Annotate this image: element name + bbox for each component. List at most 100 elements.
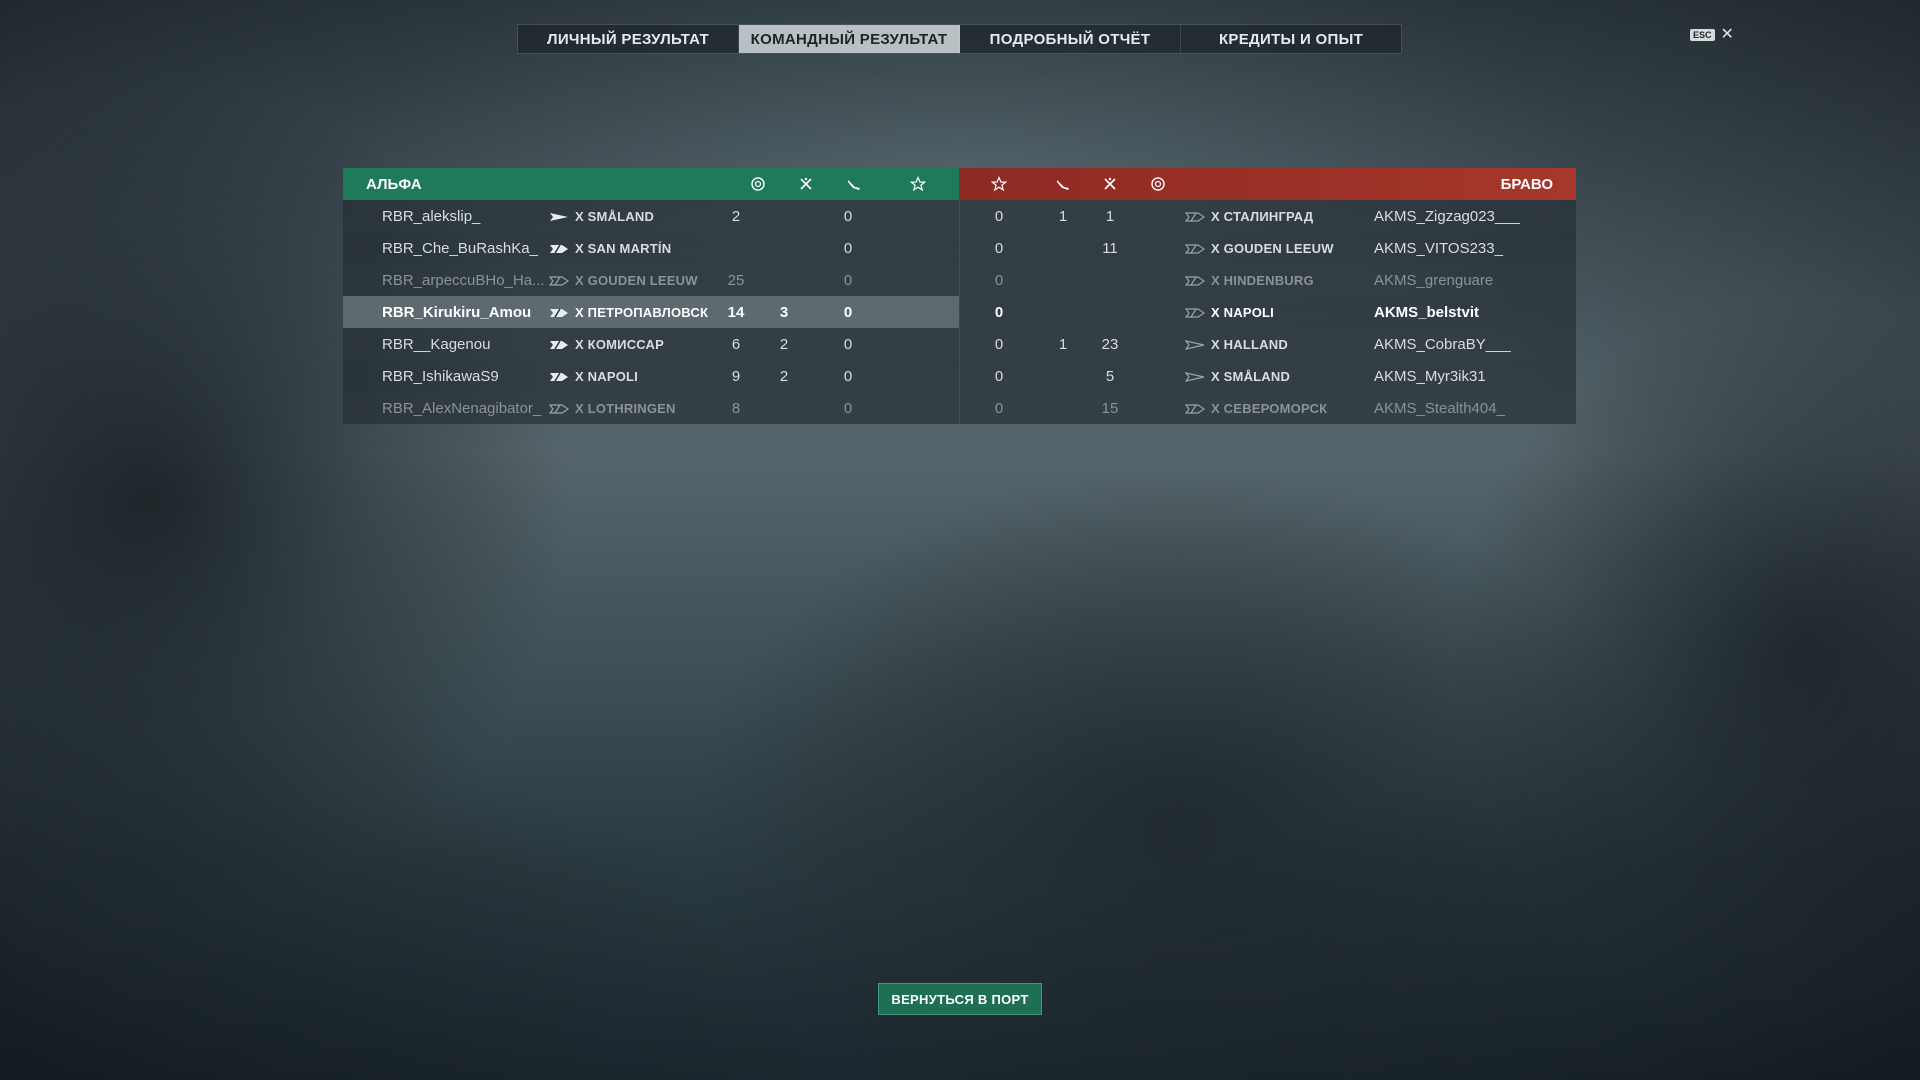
player-name: RBR__Kagenou (382, 336, 491, 353)
alpha-player-entry[interactable]: RBR_Kirukiru_Amou X ПЕТРОПАВЛОВСК 14 3 0 (343, 296, 959, 328)
bravo-player-entry[interactable]: 0 X NAPOLI AKMS_belstvit (959, 296, 1576, 328)
close-icon: ✕ (1720, 26, 1734, 43)
player-row: RBR_IshikawaS9 X NAPOLI 9 2 0 0 5 X SMÅL… (343, 360, 1576, 392)
stat-star: 0 (843, 336, 853, 353)
player-name: RBR_arpeccuBHo_Ha... (382, 272, 545, 289)
star-icon (909, 176, 927, 192)
tab-personal-result[interactable]: ЛИЧНЫЙ РЕЗУЛЬТАТ (518, 25, 739, 53)
player-row: RBR_AlexNenagibator_ X LOTHRINGEN 8 0 0 … (343, 392, 1576, 424)
alpha-player-entry[interactable]: RBR_arpeccuBHo_Ha... X GOUDEN LEEUW 25 0 (343, 264, 959, 296)
team-scoreboard: АЛЬФА БРАВО RBR_alekslip_ X SMÅLAND 2 0 … (343, 168, 1576, 424)
star-icon (990, 176, 1008, 192)
stat-star: 0 (994, 368, 1004, 385)
stat-star: 0 (994, 208, 1004, 225)
ship-class-icon (549, 242, 569, 254)
player-name: AKMS_belstvit (1374, 304, 1480, 321)
tab-team-result[interactable]: КОМАНДНЫЙ РЕЗУЛЬТАТ (739, 25, 960, 53)
stat-star: 0 (843, 208, 853, 225)
close-button[interactable]: ESC ✕ (1690, 26, 1734, 43)
stat-frags: 11 (1102, 240, 1118, 257)
player-name: AKMS_CobraBY___ (1374, 336, 1511, 353)
team-bravo-name: БРАВО (1500, 175, 1553, 193)
player-name: RBR_IshikawaS9 (382, 368, 499, 385)
planes-icon (1054, 176, 1072, 192)
ship-class-icon (1184, 242, 1206, 254)
background-vignette (0, 0, 1920, 1080)
ship-name: X КОМИССАР (575, 337, 665, 352)
ship-class-icon (549, 306, 569, 318)
ship-name: X NAPOLI (1211, 305, 1274, 320)
bravo-player-entry[interactable]: 0 11 X GOUDEN LEEUW AKMS_VITOS233_ (959, 232, 1576, 264)
esc-key-label: ESC (1690, 29, 1715, 41)
tab-detailed-report[interactable]: ПОДРОБНЫЙ ОТЧЁТ (960, 25, 1181, 53)
ship-name: X СТАЛИНГРАД (1211, 209, 1314, 224)
player-name: AKMS_grenguare (1374, 272, 1494, 289)
bravo-player-entry[interactable]: 0 1 23 X HALLAND AKMS_CobraBY___ (959, 328, 1576, 360)
alpha-player-entry[interactable]: RBR_alekslip_ X SMÅLAND 2 0 (343, 200, 959, 232)
stat-frags: 14 (727, 304, 745, 321)
stat-frags: 5 (1105, 368, 1115, 385)
stat-frags: 8 (731, 400, 741, 417)
bravo-player-entry[interactable]: 0 1 1 X СТАЛИНГРАД AKMS_Zigzag023___ (959, 200, 1576, 232)
player-name: AKMS_VITOS233_ (1374, 240, 1503, 257)
alpha-player-entry[interactable]: RBR_AlexNenagibator_ X LOTHRINGEN 8 0 (343, 392, 959, 424)
alpha-player-entry[interactable]: RBR__Kagenou X КОМИССАР 6 2 0 (343, 328, 959, 360)
stat-frags: 15 (1101, 400, 1119, 417)
stat-planes: 2 (779, 368, 789, 385)
scoreboard-header: АЛЬФА БРАВО (343, 168, 1576, 200)
ship-name: X SMÅLAND (575, 209, 655, 224)
ship-name: X СЕВЕРОМОРСК (1211, 401, 1328, 416)
stat-planes: 2 (779, 336, 789, 353)
player-row: RBR_alekslip_ X SMÅLAND 2 0 0 1 1 X СТАЛ… (343, 200, 1576, 232)
player-name: RBR_Che_BuRashKa_ (382, 240, 538, 257)
bravo-player-entry[interactable]: 0 15 X СЕВЕРОМОРСК AKMS_Stealth404_ (959, 392, 1576, 424)
stat-star: 0 (843, 304, 853, 321)
return-to-port-button[interactable]: ВЕРНУТЬСЯ В ПОРТ (878, 983, 1042, 1015)
stat-planes: 1 (1058, 336, 1068, 353)
stat-planes: 1 (1058, 208, 1068, 225)
ship-name: X HINDENBURG (1211, 273, 1314, 288)
ship-class-icon (549, 210, 569, 222)
stat-frags: 1 (1105, 208, 1115, 225)
ship-class-icon (1184, 370, 1205, 382)
stat-star: 0 (843, 272, 853, 289)
result-tabs: ЛИЧНЫЙ РЕЗУЛЬТАТ КОМАНДНЫЙ РЕЗУЛЬТАТ ПОД… (517, 24, 1402, 54)
stat-frags: 6 (731, 336, 741, 353)
player-row: RBR_Kirukiru_Amou X ПЕТРОПАВЛОВСК 14 3 0… (343, 296, 1576, 328)
stat-frags: 9 (731, 368, 741, 385)
ship-name: X SAN MARTÍN (575, 241, 672, 256)
base-capture-icon (1149, 176, 1167, 192)
frags-icon (1101, 176, 1119, 192)
bravo-player-entry[interactable]: 0 5 X SMÅLAND AKMS_Myr3ik31 (959, 360, 1576, 392)
stat-star: 0 (994, 240, 1004, 257)
player-row: RBR__Kagenou X КОМИССАР 6 2 0 0 1 23 X H… (343, 328, 1576, 360)
ship-class-icon (1184, 402, 1206, 414)
ship-class-icon (1184, 210, 1206, 222)
player-name: RBR_Kirukiru_Amou (382, 304, 532, 321)
ship-class-icon (549, 370, 569, 382)
player-name: AKMS_Zigzag023___ (1374, 208, 1520, 225)
ship-name: X LOTHRINGEN (575, 401, 676, 416)
player-name: RBR_alekslip_ (382, 208, 481, 225)
stat-planes: 3 (779, 304, 789, 321)
ship-class-icon (548, 402, 570, 414)
tab-credits-xp[interactable]: КРЕДИТЫ И ОПЫТ (1181, 25, 1401, 53)
planes-icon (845, 176, 863, 192)
ship-name: X SMÅLAND (1211, 369, 1291, 384)
team-bravo-header: БРАВО (959, 168, 1576, 200)
alpha-player-entry[interactable]: RBR_IshikawaS9 X NAPOLI 9 2 0 (343, 360, 959, 392)
stat-star: 0 (994, 400, 1004, 417)
frags-icon (797, 176, 815, 192)
stat-star: 0 (994, 304, 1004, 321)
alpha-player-entry[interactable]: RBR_Che_BuRashKa_ X SAN MARTÍN 0 (343, 232, 959, 264)
ship-class-icon (1184, 306, 1206, 318)
bravo-player-entry[interactable]: 0 X HINDENBURG AKMS_grenguare (959, 264, 1576, 296)
ship-class-icon (1184, 274, 1206, 286)
ship-name: X GOUDEN LEEUW (1211, 241, 1334, 256)
player-row: RBR_Che_BuRashKa_ X SAN MARTÍN 0 0 11 X … (343, 232, 1576, 264)
ship-class-icon (548, 274, 570, 286)
stat-star: 0 (994, 336, 1004, 353)
ship-class-icon (1184, 338, 1205, 350)
ship-name: X HALLAND (1211, 337, 1288, 352)
ship-name: X NAPOLI (575, 369, 638, 384)
